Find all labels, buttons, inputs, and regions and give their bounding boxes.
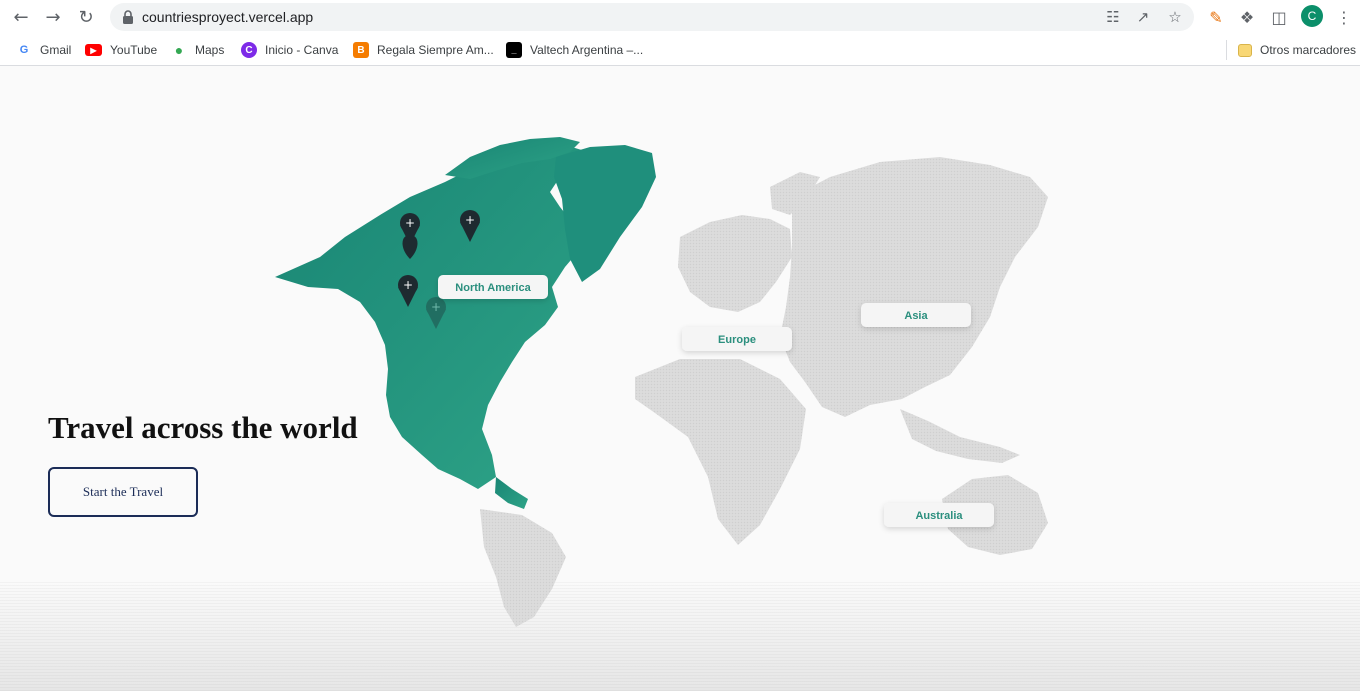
address-bar[interactable]: countriesproyect.vercel.app ☷ ↗ ☆ [110,3,1194,31]
start-travel-button[interactable]: Start the Travel [48,467,198,517]
bookmark-blogger[interactable]: B Regala Siempre Am... [353,41,494,59]
region-label-australia[interactable]: Australia [884,503,994,527]
bookmark-label: YouTube [110,43,158,57]
browser-toolbar: ← → ↻ countriesproyect.vercel.app ☷ ↗ ☆ … [0,0,1360,34]
continent-asia[interactable] [780,157,1048,417]
pen-extension-icon[interactable]: ✎ [1204,5,1228,29]
youtube-icon: ▶ [85,44,102,56]
svg-text:+: + [431,300,441,314]
url-text[interactable]: countriesproyect.vercel.app [142,9,313,25]
landmass-central-america [495,477,528,509]
other-bookmarks-label: Otros marcadores [1260,43,1357,57]
folder-icon [1238,43,1252,57]
landmass-southeast-asia [900,409,1020,463]
bookmark-label: Valtech Argentina –... [530,43,644,57]
side-panel-icon[interactable]: ◫ [1267,5,1291,29]
bookmark-label: Gmail [40,43,72,57]
bookmark-gmail[interactable]: G Gmail [16,41,72,59]
svg-text:+: + [403,278,413,292]
region-label-text: North America [455,282,531,294]
bookmark-valtech[interactable]: _ Valtech Argentina –... [506,41,643,59]
bookmark-youtube[interactable]: ▶ YouTube [85,41,157,59]
continent-europe[interactable] [678,215,792,312]
lock-icon [123,10,133,24]
other-bookmarks[interactable]: Otros marcadores [1238,41,1356,59]
bookmarks-divider [1226,40,1227,60]
bookmarks-bar: G Gmail ▶ YouTube ● Maps C Inicio - Canv… [0,34,1360,66]
reload-icon[interactable]: ↻ [73,4,99,30]
share-icon[interactable]: ↗ [1133,7,1153,27]
region-label-text: Europe [718,334,756,346]
continent-africa[interactable] [635,359,806,545]
profile-avatar[interactable]: C [1301,5,1323,27]
bookmark-label: Maps [195,43,225,57]
extensions-puzzle-icon[interactable]: ❖ [1235,5,1259,29]
svg-text:+: + [465,213,475,227]
bookmark-maps[interactable]: ● Maps [171,41,225,59]
back-icon[interactable]: ← [8,4,34,30]
region-label-text: Asia [904,310,928,322]
star-icon[interactable]: ☆ [1165,7,1185,27]
region-label-europe[interactable]: Europe [682,327,792,351]
hero-title: Travel across the world [48,410,358,445]
blogger-icon: B [353,42,369,58]
forward-icon[interactable]: → [40,4,66,30]
bookmark-label: Inicio - Canva [265,43,339,57]
region-label-asia[interactable]: Asia [861,303,971,327]
bookmark-label: Regala Siempre Am... [377,43,494,57]
maps-icon: ● [174,42,184,58]
canva-icon: C [241,42,257,58]
bookmark-canva[interactable]: C Inicio - Canva [241,41,338,59]
valtech-icon: _ [506,42,522,58]
svg-text:+: + [405,216,415,230]
google-icon: G [19,44,29,56]
translate-icon[interactable]: ☷ [1103,7,1123,27]
world-map: + + + + North America Europe Asia Austra… [275,137,1048,627]
page-content: + + + + North America Europe Asia Austra… [0,67,1360,691]
region-label-text: Australia [915,510,963,522]
continent-south-america[interactable] [480,509,566,627]
region-label-north-america[interactable]: North America [438,275,548,299]
menu-kebab-icon[interactable]: ⋮ [1332,5,1356,29]
